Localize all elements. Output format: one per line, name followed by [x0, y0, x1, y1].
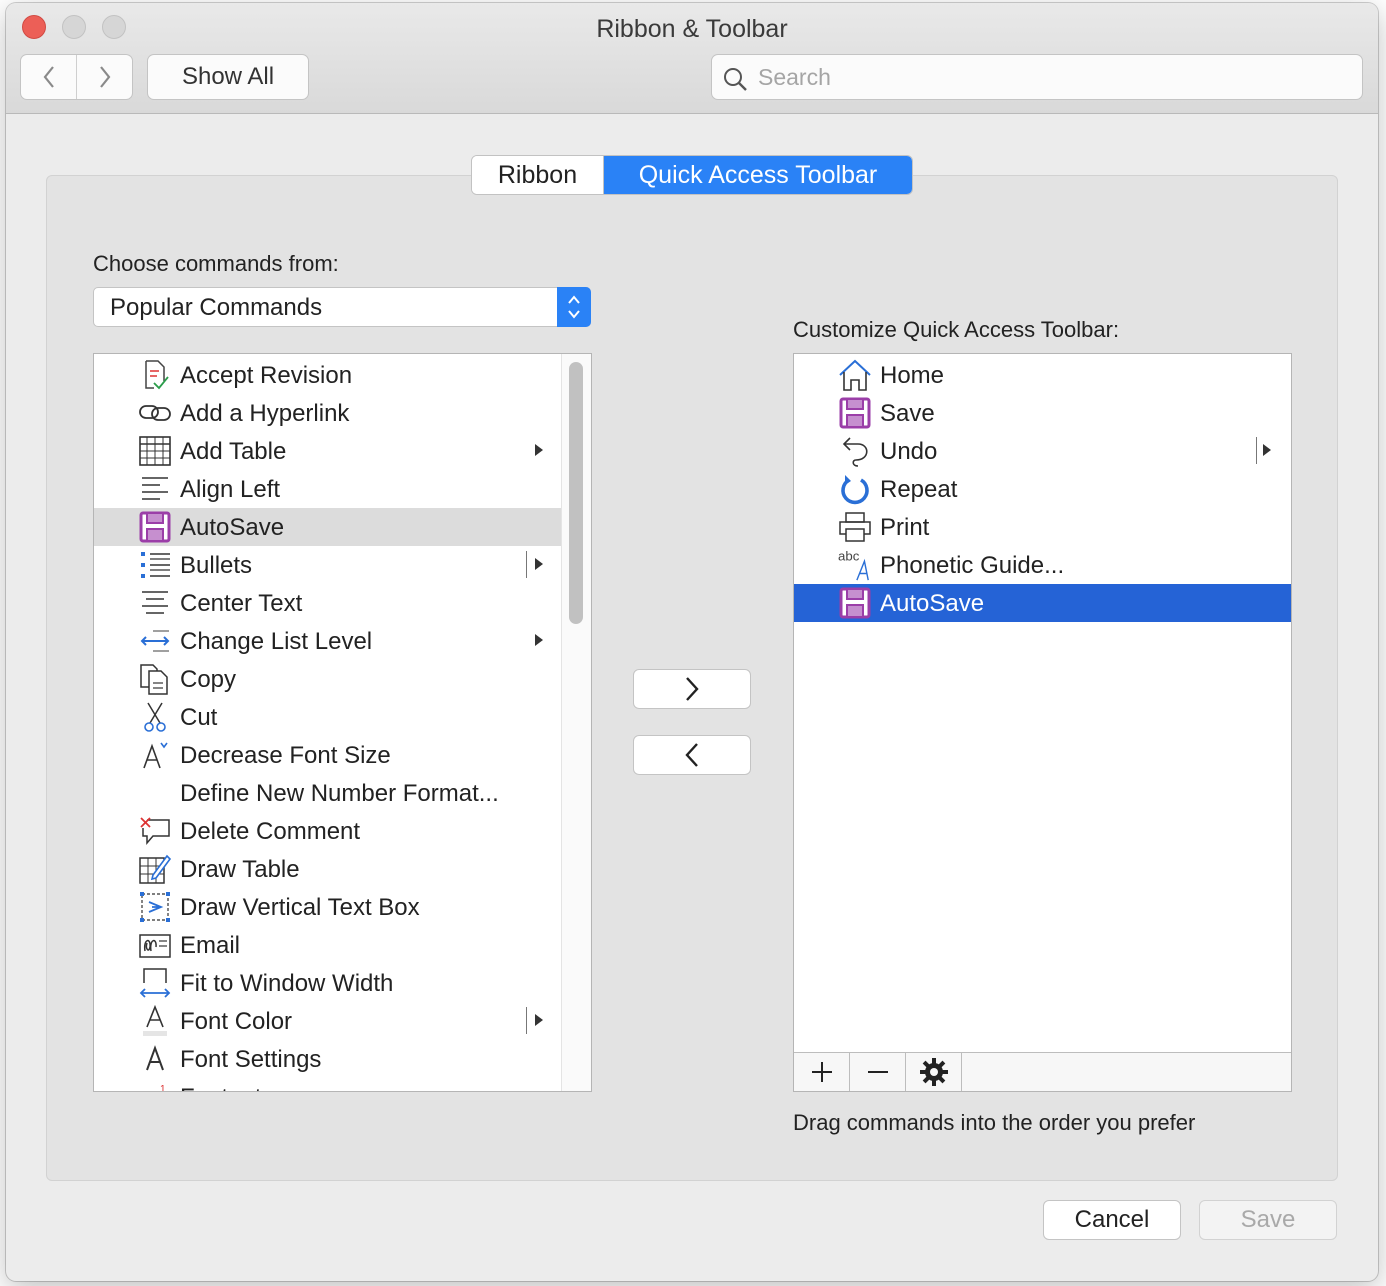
list-item[interactable]: Delete Comment — [94, 812, 561, 850]
list-item[interactable]: Add Table — [94, 432, 561, 470]
autosave-icon — [138, 511, 172, 543]
search-icon — [724, 68, 747, 91]
repeat-icon — [838, 473, 872, 505]
list-item[interactable]: Undo — [794, 432, 1291, 470]
scissors-icon — [138, 701, 172, 733]
font-color-icon — [138, 1005, 172, 1037]
tab-switcher: Ribbon Quick Access Toolbar — [471, 155, 913, 195]
list-item[interactable]: Bullets — [94, 546, 561, 584]
list-item[interactable]: Save — [794, 394, 1291, 432]
list-item[interactable]: 1 Footnote — [94, 1078, 561, 1092]
submenu-arrow-icon — [535, 634, 543, 646]
save-icon — [838, 397, 872, 429]
commands-source-dropdown[interactable]: Popular Commands — [93, 287, 591, 327]
email-icon — [138, 929, 172, 961]
options-button[interactable] — [906, 1053, 962, 1091]
list-item[interactable]: Print — [794, 508, 1291, 546]
choose-commands-label: Choose commands from: — [93, 251, 339, 276]
back-button[interactable] — [21, 55, 76, 99]
list-item[interactable]: Cut — [94, 698, 561, 736]
list-item[interactable]: Home — [794, 356, 1291, 394]
list-item[interactable]: Repeat — [794, 470, 1291, 508]
center-text-icon — [138, 587, 172, 619]
nav-buttons — [20, 54, 133, 100]
delete-comment-icon — [138, 815, 172, 847]
ribbon-toolbar-dialog: Ribbon & Toolbar Show All Ribbon Quick A… — [6, 3, 1378, 1281]
updown-chevrons-icon — [557, 287, 591, 327]
vertical-text-box-icon — [138, 891, 172, 923]
plus-icon — [811, 1062, 832, 1082]
list-item[interactable]: Accept Revision — [94, 356, 561, 394]
align-left-icon — [138, 473, 172, 505]
undo-icon — [838, 435, 872, 467]
chevron-left-icon — [685, 743, 698, 767]
remove-button[interactable] — [850, 1053, 906, 1091]
home-icon — [838, 359, 872, 391]
bullets-icon — [138, 549, 172, 581]
list-item[interactable]: Copy — [94, 660, 561, 698]
list-item[interactable]: Email — [94, 926, 561, 964]
search-input[interactable] — [758, 61, 1348, 93]
print-icon — [838, 511, 872, 543]
list-item[interactable]: Decrease Font Size — [94, 736, 561, 774]
list-item[interactable]: AutoSave — [94, 508, 561, 546]
list-item[interactable]: Add a Hyperlink — [94, 394, 561, 432]
svg-text:abc: abc — [838, 548, 860, 563]
footnote-icon: 1 — [138, 1081, 172, 1092]
decrease-font-size-icon — [138, 739, 172, 771]
dropdown-value: Popular Commands — [110, 294, 323, 321]
search-field[interactable] — [711, 54, 1363, 100]
drag-hint: Drag commands into the order you prefer — [793, 1110, 1196, 1135]
window-title: Ribbon & Toolbar — [596, 15, 788, 43]
list-item[interactable]: Font Settings — [94, 1040, 561, 1078]
cancel-button[interactable]: Cancel — [1043, 1200, 1181, 1240]
list-item[interactable]: Fit to Window Width — [94, 964, 561, 1002]
chevron-right-icon — [686, 677, 699, 701]
fit-width-icon — [138, 967, 172, 999]
list-item[interactable]: AutoSave — [794, 584, 1291, 622]
tab-ribbon[interactable]: Ribbon — [472, 156, 604, 194]
toolbar-commands-list[interactable]: Home Save Undo Repeat Print abc Phonetic… — [793, 353, 1292, 1092]
show-all-button[interactable]: Show All — [147, 54, 309, 100]
change-list-level-icon — [138, 625, 172, 657]
remove-command-button[interactable] — [633, 735, 751, 775]
list-actions-bar — [794, 1052, 1291, 1091]
split-arrow-icon[interactable] — [1263, 444, 1271, 456]
list-item[interactable]: Font Color — [94, 1002, 561, 1040]
draw-table-icon — [138, 853, 172, 885]
minus-icon — [867, 1071, 888, 1073]
add-button[interactable] — [794, 1053, 850, 1091]
split-arrow-icon[interactable] — [535, 558, 543, 570]
autosave-icon — [838, 587, 872, 619]
list-item[interactable]: Draw Vertical Text Box — [94, 888, 561, 926]
hyperlink-icon — [138, 397, 172, 429]
scrollbar[interactable] — [561, 354, 591, 1091]
gear-icon — [919, 1058, 948, 1086]
list-item[interactable]: Center Text — [94, 584, 561, 622]
chevron-left-icon — [43, 66, 54, 88]
save-button[interactable]: Save — [1199, 1200, 1337, 1240]
forward-button[interactable] — [76, 55, 132, 99]
submenu-arrow-icon — [535, 444, 543, 456]
title-bar: Ribbon & Toolbar Show All — [6, 3, 1378, 114]
available-commands-list[interactable]: Accept Revision Add a Hyperlink Add Tabl… — [93, 353, 592, 1092]
font-settings-icon — [138, 1043, 172, 1075]
accept-revision-icon — [138, 359, 172, 391]
copy-icon — [138, 663, 172, 695]
tab-quick-access-toolbar[interactable]: Quick Access Toolbar — [604, 156, 912, 194]
list-item[interactable]: abc Phonetic Guide... — [794, 546, 1291, 584]
customize-toolbar-label: Customize Quick Access Toolbar: — [793, 317, 1120, 342]
list-item[interactable]: Define New Number Format... — [94, 774, 561, 812]
svg-text:1: 1 — [160, 1084, 166, 1092]
list-item[interactable]: Align Left — [94, 470, 561, 508]
phonetic-guide-icon: abc — [838, 548, 872, 581]
table-icon — [138, 435, 172, 467]
add-command-button[interactable] — [633, 669, 751, 709]
split-arrow-icon[interactable] — [535, 1014, 543, 1026]
list-item[interactable]: Draw Table — [94, 850, 561, 888]
scrollbar-thumb[interactable] — [569, 362, 583, 624]
chevron-right-icon — [99, 66, 110, 88]
list-item[interactable]: Change List Level — [94, 622, 561, 660]
